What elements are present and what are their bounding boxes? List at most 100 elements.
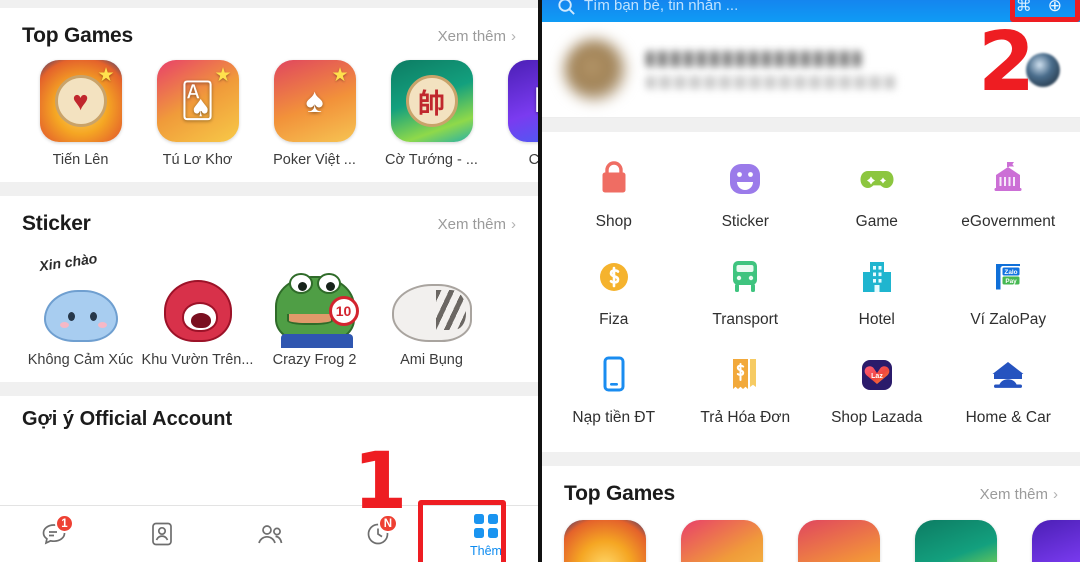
sticker-header: Sticker Xem thêm › [0,196,538,242]
service-label: Hotel [858,311,895,328]
service-label: Home & Car [965,409,1051,426]
government-building-icon [986,157,1030,201]
chevron-right-icon: › [511,215,516,233]
score-sign: 10 [328,296,359,326]
top-games-title: Top Games [22,24,134,47]
frog-shape: 10 [274,273,359,348]
game-item[interactable]: ★ 🂡 Tú Lơ Khơ [139,60,256,168]
annotation-number-1: 1 [353,437,408,527]
services-row: Shop Sticker Game eGovernment [548,148,1074,246]
game-item[interactable]: 帥 Cờ Tướng - ... [373,60,490,168]
service-fiza[interactable]: Fiza [548,246,680,344]
sticker-item[interactable]: Xin chào Không Cảm Xúc [22,250,139,368]
game-item[interactable]: ⚁ Cờ Tỷ [490,60,540,168]
profile-name-redacted [646,50,861,67]
services-row: Nạp tiền ĐT Trả Hóa Đơn Laz Shop Lazada … [548,344,1074,442]
service-shop[interactable]: Shop [548,148,680,246]
sticker-art-khong-cam-xuc: Xin chào [33,250,129,342]
dice-glyph: ⚁ [508,60,538,142]
tutorial-composite: Top Games Xem thêm › ★ ♥ Tiến Lên ★ 🂡 Tú… [0,0,1080,562]
game-icon-2[interactable] [681,520,763,562]
service-phone-topup[interactable]: Nạp tiền ĐT [548,344,680,442]
services-row: Fiza Transport Hotel Zalo Pay Ví ZaloPay [548,246,1074,344]
sticker-label: Khu Vườn Trên... [141,352,254,368]
unread-badge: 1 [55,514,74,533]
cat-stripes [435,290,466,330]
service-home-car[interactable]: Home & Car [943,344,1075,442]
phone-topup-icon [592,353,636,397]
game-icon-1[interactable] [564,520,646,562]
game-item[interactable]: ★ ♠ Poker Việt ... [256,60,373,168]
game-item[interactable]: ★ ♥ Tiến Lên [22,60,139,168]
game-label: Poker Việt ... [273,152,356,168]
right-screenshot-panel: Tìm bạn bè, tin nhắn ... ⌘ ⊕ Shop Sticke… [540,0,1080,562]
sticker-art-khu-vuon [150,256,246,342]
annotation-number-2: 2 [978,15,1036,110]
svg-text:Zalo: Zalo [1005,269,1018,276]
game-label: Cờ Tướng - ... [385,152,478,168]
sticker-item[interactable]: Khu Vườn Trên... [139,256,256,368]
sticker-see-more[interactable]: Xem thêm › [438,216,516,233]
search-input[interactable]: Tìm bạn bè, tin nhắn ... [578,0,1006,14]
top-games-header: Top Games Xem thêm › [0,8,538,54]
game-label: Cờ Tỷ [528,152,540,168]
service-zalopay[interactable]: Zalo Pay Ví ZaloPay [943,246,1075,344]
service-game[interactable]: Game [811,148,943,246]
hotel-building-icon [855,255,899,299]
avatar [564,38,626,101]
top-games-see-more[interactable]: Xem thêm › [438,28,516,45]
game-icon-tu-lo-kho: ★ 🂡 [156,60,239,142]
frog-eye-right [316,273,341,294]
cards-glyph: ♠ [305,81,324,120]
service-label: Shop Lazada [831,409,923,426]
nav-tab-contacts[interactable] [108,506,216,562]
service-label: Transport [712,311,779,328]
service-egovernment[interactable]: eGovernment [943,148,1075,246]
chat-icon: 1 [37,514,74,549]
services-grid: Shop Sticker Game eGovernment Fiza Trans… [542,132,1080,452]
service-shop-lazada[interactable]: Laz Shop Lazada [811,344,943,442]
top-games-card: Top Games Xem thêm › ★ ♥ Tiến Lên ★ 🂡 Tú… [0,8,538,182]
right-top-games-header: Top Games Xem thêm › [542,466,1080,512]
sticker-item[interactable]: Ami Bụng [373,256,490,368]
invoice-icon [723,353,767,397]
game-label: Tiến Lên [52,152,109,168]
service-pay-bills[interactable]: Trả Hóa Đơn [680,344,812,442]
sticker-item[interactable]: 10 Crazy Frog 2 [256,256,373,368]
frog-eye-left [288,273,313,294]
profile-text-block [646,50,1026,89]
official-account-card: Gợi ý Official Account [0,396,538,431]
bus-icon [723,255,767,299]
tile-emblem: ♥ [54,75,107,127]
frog-mouth [286,314,333,325]
right-top-games-card: Top Games Xem thêm › [542,466,1080,562]
game-icon-5[interactable] [1032,520,1080,562]
open-mouth-shape [181,302,218,332]
frog-body [280,334,353,348]
sticker-art-crazy-frog: 10 [267,256,363,348]
service-label: Fiza [599,311,629,328]
service-label: Ví ZaloPay [970,311,1047,328]
zalopay-icon: Zalo Pay [986,255,1030,299]
people-icon [253,519,287,549]
game-icon-3[interactable] [798,520,880,562]
section-divider [0,382,538,396]
service-hotel[interactable]: Hotel [811,246,943,344]
section-divider [542,118,1080,132]
service-sticker[interactable]: Sticker [680,148,812,246]
service-label: Shop [595,213,632,230]
sticker-label: Crazy Frog 2 [272,352,357,368]
service-transport[interactable]: Transport [680,246,812,344]
game-icon-4[interactable] [915,520,997,562]
section-divider [542,452,1080,466]
service-label: Nạp tiền ĐT [572,409,656,426]
contact-card-icon [145,519,179,549]
nav-tab-groups[interactable] [216,506,324,562]
nav-tab-messages[interactable]: 1 [0,506,108,562]
cards-glyph: 🂡 [180,82,215,120]
game-icon-co-ty-phu: ⚁ [507,60,538,142]
game-icon-co-tuong: 帥 [390,60,473,142]
search-icon [554,0,578,16]
right-top-games-see-more[interactable]: Xem thêm › [980,486,1058,503]
chevron-right-icon: › [1053,485,1058,503]
